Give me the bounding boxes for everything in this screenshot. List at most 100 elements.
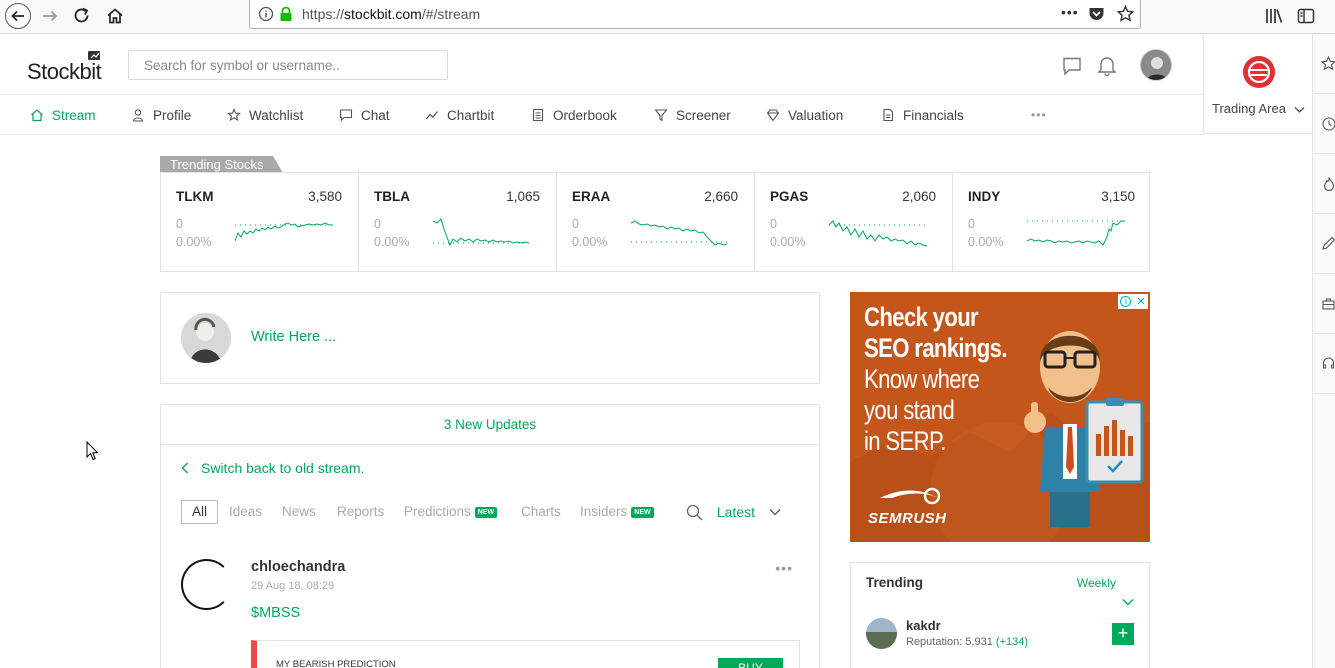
back-button[interactable] — [2, 0, 34, 32]
stock-percent: 0.00% — [770, 235, 806, 249]
stock-price: 3,580 — [308, 189, 342, 204]
filter-all[interactable]: All — [181, 500, 219, 524]
ad-headline: Check your SEO rankings. Know where you … — [864, 302, 1007, 457]
browser-toolbar: https://stockbit.com/#/stream ••• — [0, 0, 1335, 34]
stock-sparkline — [1027, 220, 1127, 246]
chat-icon — [339, 108, 353, 122]
post-symbol-link[interactable]: $MBSS — [251, 605, 300, 621]
chevron-down-icon[interactable] — [1122, 598, 1134, 606]
tab-chat[interactable]: Chat — [339, 95, 390, 135]
tab-orderbook[interactable]: Orderbook — [531, 95, 617, 135]
rightbar-watchlist[interactable] — [1313, 34, 1335, 94]
filter-insiders[interactable]: Insiders NEW — [580, 500, 654, 524]
page-actions-button[interactable]: ••• — [1061, 4, 1079, 20]
chat-bubble-icon[interactable] — [1062, 56, 1082, 76]
sidebar-toggle-icon[interactable] — [1297, 7, 1315, 25]
composer-prompt[interactable]: Write Here ... — [251, 329, 336, 345]
filter-news[interactable]: News — [282, 500, 316, 524]
tab-label: Orderbook — [553, 107, 617, 123]
ad-line: you stand — [864, 395, 955, 425]
star-icon — [227, 108, 241, 122]
trending-username[interactable]: kakdr — [906, 618, 941, 633]
right-sidebar — [1312, 34, 1335, 668]
tab-label: Financials — [903, 107, 964, 123]
url-bar[interactable]: https://stockbit.com/#/stream ••• — [249, 0, 1141, 29]
new-updates-button[interactable]: 3 New Updates — [160, 404, 820, 445]
advertisement[interactable]: Check your SEO rankings. Know where you … — [850, 292, 1150, 542]
ad-info-icon[interactable]: i — [1120, 296, 1132, 307]
app-header: Stockbit — [0, 34, 1203, 95]
trending-reputation: Reputation: 5,931 (+134) — [906, 636, 1029, 648]
filter-ideas[interactable]: Ideas — [229, 500, 262, 524]
trending-users-panel: Trending Weekly kakdr Reputation: 5,931 … — [850, 562, 1150, 668]
stream-feed: Switch back to old stream. All Ideas New… — [160, 444, 820, 668]
stock-price: 2,060 — [902, 189, 936, 204]
trading-area[interactable]: Trading Area — [1203, 34, 1312, 134]
document-icon — [531, 108, 545, 122]
stock-card[interactable]: TLKM 3,580 0 0.00% — [161, 173, 359, 271]
buy-button[interactable]: BUY — [718, 658, 783, 668]
filter-reports[interactable]: Reports — [337, 500, 384, 524]
star-icon — [1321, 56, 1335, 71]
chevron-down-icon — [1294, 106, 1305, 113]
bookmark-star-icon[interactable] — [1117, 5, 1134, 22]
tab-profile[interactable]: Profile — [131, 95, 191, 135]
new-badge: NEW — [474, 506, 498, 518]
rightbar-alerts[interactable] — [1313, 94, 1335, 154]
switch-label: Switch back to old stream. — [201, 460, 365, 476]
trending-user-avatar[interactable] — [866, 618, 897, 649]
pocket-icon[interactable] — [1088, 6, 1105, 22]
more-tabs-button[interactable]: ••• — [1031, 95, 1047, 135]
filter-predictions[interactable]: Predictions NEW — [404, 500, 498, 524]
forward-button[interactable] — [34, 0, 66, 32]
search-input[interactable] — [128, 50, 448, 80]
user-avatar[interactable] — [1140, 49, 1172, 81]
filter-label: Charts — [521, 504, 561, 519]
tab-chartbit[interactable]: Chartbit — [425, 95, 494, 135]
sort-control[interactable]: Latest — [686, 500, 781, 524]
post-composer[interactable]: Write Here ... — [160, 292, 820, 384]
stock-card[interactable]: PGAS 2,060 0 0.00% — [755, 173, 953, 271]
reload-button[interactable] — [66, 0, 98, 32]
rightbar-portfolio[interactable] — [1313, 274, 1335, 334]
stock-change: 0 — [968, 217, 975, 231]
stock-change: 0 — [374, 217, 381, 231]
rightbar-tools[interactable] — [1313, 214, 1335, 274]
tab-financials[interactable]: Financials — [881, 95, 964, 135]
library-icon[interactable] — [1265, 7, 1283, 25]
ad-choices[interactable]: i ✕ — [1118, 294, 1148, 309]
info-icon[interactable] — [258, 6, 274, 22]
stock-sparkline — [433, 218, 533, 247]
stock-change: 0 — [176, 217, 183, 231]
sort-label[interactable]: Latest — [717, 504, 755, 520]
stock-sparkline — [829, 220, 929, 247]
ad-close-icon[interactable]: ✕ — [1136, 295, 1145, 308]
tab-label: Valuation — [788, 107, 844, 123]
stock-percent: 0.00% — [968, 235, 1004, 249]
tab-watchlist[interactable]: Watchlist — [227, 95, 303, 135]
tab-valuation[interactable]: Valuation — [766, 95, 843, 135]
post-options-button[interactable]: ••• — [775, 560, 793, 576]
post-username[interactable]: chloechandra — [251, 559, 345, 575]
stock-card[interactable]: TBLA 1,065 0 0.00% — [359, 173, 557, 271]
ad-line: Know where — [864, 364, 980, 394]
tab-label: Chat — [361, 107, 390, 123]
stock-symbol: ERAA — [572, 189, 611, 204]
tab-label: Chartbit — [447, 107, 495, 123]
bell-icon[interactable] — [1097, 55, 1117, 77]
tab-label: Watchlist — [249, 107, 304, 123]
post-author-avatar[interactable] — [181, 559, 232, 610]
switch-old-stream-link[interactable]: Switch back to old stream. — [181, 460, 364, 476]
tab-stream[interactable]: Stream — [30, 95, 96, 135]
trending-period-select[interactable]: Weekly — [1077, 576, 1116, 590]
search-icon[interactable] — [686, 504, 703, 521]
filter-charts[interactable]: Charts — [521, 500, 561, 524]
home-button[interactable] — [99, 0, 131, 32]
follow-button[interactable]: + — [1112, 623, 1134, 645]
report-icon — [881, 108, 895, 122]
rightbar-support[interactable] — [1313, 334, 1335, 394]
tab-screener[interactable]: Screener — [654, 95, 731, 135]
rightbar-hot[interactable] — [1313, 154, 1335, 214]
stock-card[interactable]: INDY 3,150 0 0.00% — [953, 173, 1151, 271]
stock-card[interactable]: ERAA 2,660 0 0.00% — [557, 173, 755, 271]
